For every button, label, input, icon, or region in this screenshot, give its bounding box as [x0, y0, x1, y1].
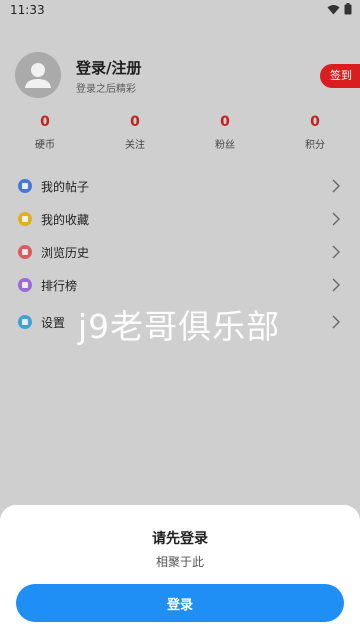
watermark-text: j9老哥俱乐部 — [78, 307, 281, 346]
menu-item-label: 设置 — [41, 316, 66, 330]
user-avatar-icon — [25, 63, 51, 88]
stat-label: 关注 — [125, 140, 145, 151]
stat-value: 0 — [130, 114, 140, 130]
chevron-right-icon — [332, 315, 340, 329]
status-time: 11:33 — [10, 3, 45, 17]
profile-header: 登录/注册 登录之后精彩 签到 — [0, 50, 360, 110]
sheet-subtitle: 相聚于此 — [155, 555, 204, 569]
stat-following[interactable]: 0 关注 — [90, 114, 180, 158]
login-bottom-sheet: 请先登录 相聚于此 登录 — [0, 505, 360, 640]
stat-followers[interactable]: 0 粉丝 — [180, 114, 270, 158]
wifi-icon — [327, 4, 340, 14]
status-icons — [327, 3, 352, 15]
crown-icon — [18, 278, 32, 292]
menu-item-label: 我的帖子 — [41, 180, 90, 194]
menu-item-label: 浏览历史 — [41, 246, 90, 260]
login-button[interactable]: 登录 — [16, 584, 344, 622]
login-subtitle: 登录之后精彩 — [76, 84, 136, 95]
stat-points[interactable]: 0 积分 — [270, 114, 360, 158]
chevron-right-icon — [332, 245, 340, 259]
history-icon — [18, 245, 32, 259]
star-icon — [18, 212, 32, 226]
chevron-right-icon — [332, 179, 340, 193]
menu-item-my-posts[interactable]: 我的帖子 — [0, 170, 360, 203]
menu-item-history[interactable]: 浏览历史 — [0, 236, 360, 269]
stat-label: 硬币 — [35, 140, 55, 151]
stat-label: 积分 — [305, 140, 325, 151]
chevron-right-icon — [332, 278, 340, 292]
menu-item-label: 排行榜 — [41, 279, 78, 293]
menu-item-ranking[interactable]: 排行榜 — [0, 269, 360, 302]
sheet-title: 请先登录 — [152, 531, 208, 547]
stat-coins[interactable]: 0 硬币 — [0, 114, 90, 158]
battery-icon — [344, 3, 352, 15]
chevron-right-icon — [332, 212, 340, 226]
avatar[interactable] — [15, 52, 61, 98]
menu-item-favorites[interactable]: 我的收藏 — [0, 203, 360, 236]
checkin-button[interactable]: 签到 — [320, 64, 360, 88]
login-register-title[interactable]: 登录/注册 — [76, 57, 141, 78]
menu-item-label: 我的收藏 — [41, 213, 90, 227]
posts-icon — [18, 179, 32, 193]
stat-value: 0 — [310, 114, 320, 130]
stat-value: 0 — [40, 114, 50, 130]
stat-value: 0 — [220, 114, 230, 130]
stat-label: 粉丝 — [215, 140, 235, 151]
status-bar: 11:33 — [0, 0, 360, 20]
gear-icon — [18, 315, 32, 329]
stats-row: 0 硬币 0 关注 0 粉丝 0 积分 — [0, 114, 360, 158]
